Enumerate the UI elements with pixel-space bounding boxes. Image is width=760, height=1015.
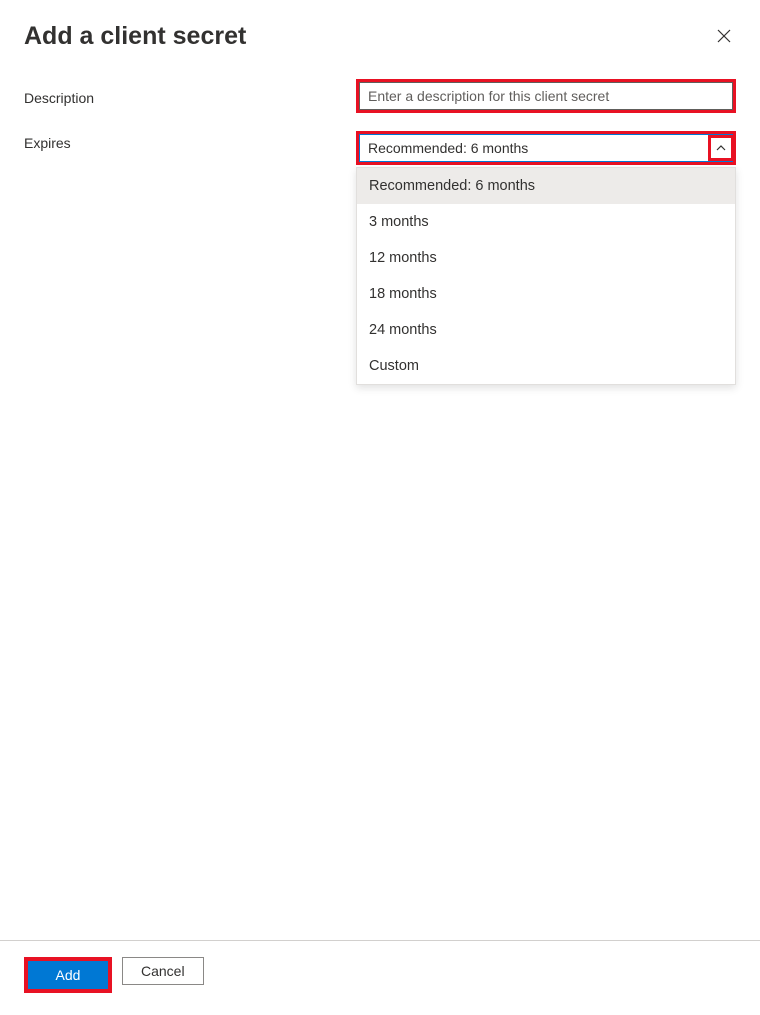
expires-option-3-months[interactable]: 3 months [357,204,735,240]
expires-option-custom[interactable]: Custom [357,348,735,384]
chevron-up-icon [715,142,727,154]
panel-footer: Add Cancel [0,940,760,1015]
description-highlight [356,79,736,113]
expires-option-24-months[interactable]: 24 months [357,312,735,348]
description-label: Description [24,86,356,106]
add-button[interactable]: Add [28,961,108,989]
expires-row: Expires Recommended: 6 months Recommende… [24,131,736,165]
expires-highlight: Recommended: 6 months [356,131,736,165]
expires-option-recommended-6-months[interactable]: Recommended: 6 months [357,168,735,204]
expires-dropdown: Recommended: 6 months 3 months 12 months… [356,167,736,385]
expires-label: Expires [24,131,356,151]
panel-header: Add a client secret [0,0,760,51]
description-input[interactable] [359,82,733,110]
panel-title: Add a client secret [24,22,246,51]
description-row: Description [24,79,736,113]
expires-option-18-months[interactable]: 18 months [357,276,735,312]
description-field-wrap [356,79,736,113]
expires-select[interactable]: Recommended: 6 months [359,134,733,162]
expires-selected-value: Recommended: 6 months [360,140,708,156]
close-icon [716,28,732,44]
close-button[interactable] [710,22,738,50]
expires-option-12-months[interactable]: 12 months [357,240,735,276]
cancel-button[interactable]: Cancel [122,957,204,985]
form-body: Description Expires Recommended: 6 month… [0,51,760,940]
add-button-highlight: Add [24,957,112,993]
expires-field-wrap: Recommended: 6 months Recommended: 6 mon… [356,131,736,165]
expires-chevron-highlight [708,135,734,161]
add-client-secret-panel: Add a client secret Description Expires [0,0,760,1015]
